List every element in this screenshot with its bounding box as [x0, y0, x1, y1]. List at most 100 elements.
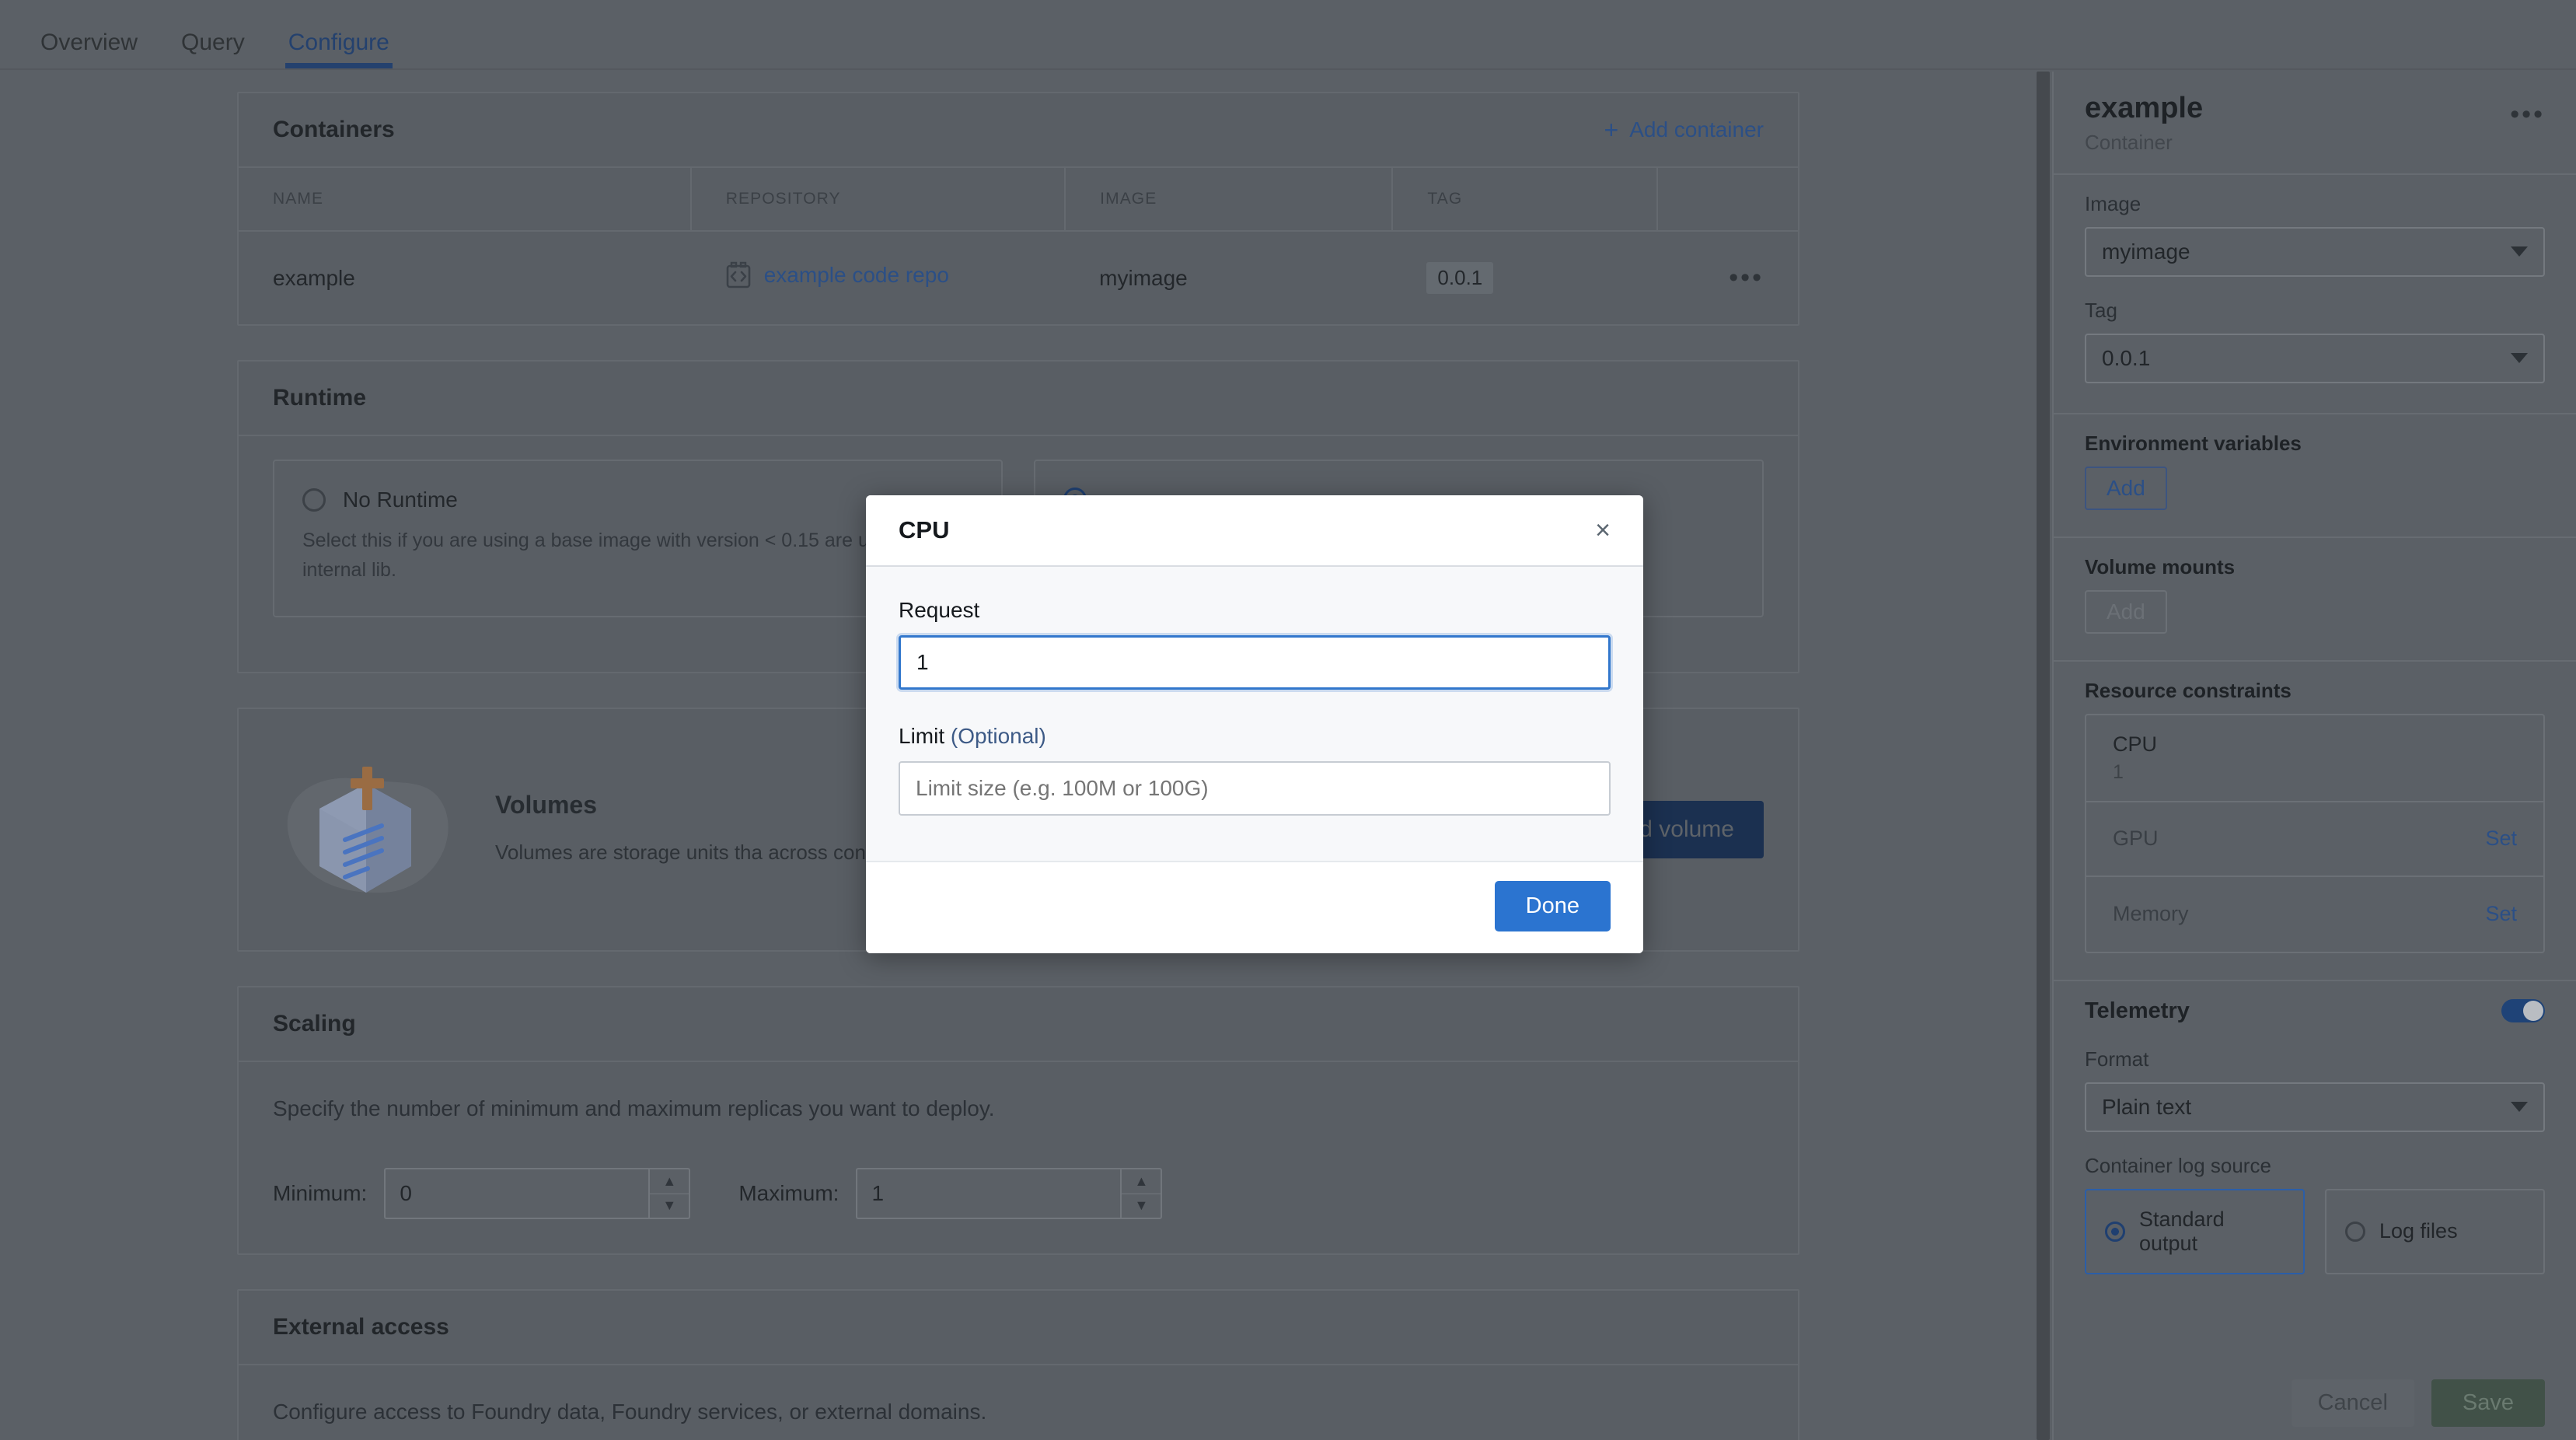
add-volume-mount-button[interactable]: Add — [2085, 589, 2167, 634]
runtime-option-label: No Runtime — [343, 488, 458, 512]
resource-row-memory[interactable]: Memory Set — [2086, 877, 2543, 952]
resource-cpu-name: CPU — [2113, 732, 2158, 756]
modal-header: CPU × — [866, 495, 1643, 567]
minimum-stepper-down-icon[interactable]: ▼ — [650, 1194, 689, 1218]
external-access-title: External access — [273, 1314, 449, 1340]
sidebar-telemetry-section: Telemetry Format Plain text Container lo… — [2054, 981, 2576, 1301]
env-variables-label: Environment variables — [2085, 431, 2302, 455]
col-name: NAME — [239, 168, 692, 232]
radio-icon-standard-output[interactable] — [2105, 1221, 2125, 1242]
col-repository: REPOSITORY — [690, 168, 1066, 232]
containers-table-head: NAME REPOSITORY IMAGE TAG — [239, 168, 1798, 232]
scaling-description: Specify the number of minimum and maximu… — [273, 1096, 995, 1120]
container-log-source-label: Container log source — [2085, 1153, 2271, 1177]
sidebar-image-section: Image myimage Tag 0.0.1 — [2054, 175, 2576, 414]
runtime-header: Runtime — [239, 362, 1798, 436]
maximum-replicas-input[interactable] — [856, 1168, 1121, 1219]
telemetry-title: Telemetry — [2085, 998, 2190, 1023]
main-scrollbar[interactable] — [2034, 72, 2051, 1440]
radio-icon-log-files[interactable] — [2345, 1221, 2365, 1242]
resource-constraints-box: CPU 1 GPU Set Memory Set — [2085, 713, 2545, 953]
row-more-button[interactable]: ••• — [1657, 231, 1798, 324]
resource-cpu-value: 1 — [2113, 760, 2124, 783]
minimum-stepper[interactable]: ▲ ▼ — [648, 1168, 691, 1219]
top-tabbar: Overview Query Configure — [0, 0, 2576, 70]
minimum-replicas-input[interactable] — [384, 1168, 649, 1219]
request-input[interactable] — [899, 635, 1611, 690]
format-select[interactable]: Plain text — [2085, 1082, 2545, 1132]
resource-cpu-text: CPU 1 — [2113, 732, 2157, 784]
external-access-body: Configure access to Foundry data, Foundr… — [239, 1365, 1798, 1440]
limit-label: Limit (Optional) — [899, 724, 1611, 749]
minimum-label: Minimum: — [273, 1181, 368, 1205]
telemetry-toggle[interactable] — [2501, 999, 2545, 1023]
containers-title: Containers — [273, 117, 395, 142]
image-select-value: myimage — [2102, 239, 2190, 264]
container-details-sidebar: example Container ••• Image myimage Tag … — [2052, 72, 2576, 1440]
repo-link[interactable]: example code repo — [725, 261, 949, 289]
tab-overview[interactable]: Overview — [19, 31, 159, 68]
log-source-standard-output-label: Standard output — [2139, 1207, 2225, 1255]
repo-link-label: example code repo — [763, 263, 949, 287]
limit-input[interactable] — [899, 761, 1611, 816]
maximum-stepper-up-icon[interactable]: ▲ — [1122, 1169, 1161, 1194]
tag-select[interactable]: 0.0.1 — [2085, 333, 2545, 383]
tab-query[interactable]: Query — [159, 31, 267, 68]
maximum-stepper[interactable]: ▲ ▼ — [1120, 1168, 1163, 1219]
chevron-down-icon — [2511, 353, 2528, 364]
tag-label: Tag — [2085, 298, 2117, 322]
external-access-description: Configure access to Foundry data, Foundr… — [273, 1400, 987, 1424]
format-label: Format — [2085, 1047, 2149, 1071]
cell-image: myimage — [1099, 265, 1188, 290]
field-spacer — [899, 690, 1611, 724]
limit-optional-text: (Optional) — [944, 724, 1046, 748]
radio-icon-no-runtime[interactable] — [302, 488, 326, 512]
sidebar-title: example — [2085, 92, 2204, 124]
sidebar-env-section: Environment variables Add — [2054, 414, 2576, 538]
col-image: IMAGE — [1065, 168, 1394, 232]
request-label: Request — [899, 598, 980, 622]
image-select[interactable]: myimage — [2085, 226, 2545, 277]
scaling-inputs: Minimum: ▲ ▼ Maximum: ▲ ▼ — [273, 1168, 1764, 1219]
image-label: Image — [2085, 191, 2141, 215]
sidebar-resource-constraints-section: Resource constraints CPU 1 GPU Set Memor… — [2054, 662, 2576, 981]
plus-icon: + — [1604, 116, 1619, 144]
volumes-illustration — [273, 748, 459, 911]
sidebar-volume-mounts-section: Volume mounts Add — [2054, 538, 2576, 662]
tab-configure[interactable]: Configure — [267, 31, 411, 68]
done-button[interactable]: Done — [1494, 881, 1611, 931]
log-source-standard-output[interactable]: Standard output — [2085, 1188, 2305, 1274]
tag-badge: 0.0.1 — [1426, 262, 1494, 294]
cell-name: example — [273, 265, 355, 290]
scrollbar-thumb[interactable] — [2037, 72, 2050, 1440]
save-button[interactable]: Save — [2431, 1379, 2545, 1427]
sidebar-footer: Cancel Save — [2054, 1365, 2576, 1440]
maximum-stepper-down-icon[interactable]: ▼ — [1122, 1194, 1161, 1218]
resource-gpu-set-button[interactable]: Set — [2485, 827, 2517, 851]
containers-table: NAME REPOSITORY IMAGE TAG example exampl… — [239, 168, 1798, 324]
minimum-stepper-up-icon[interactable]: ▲ — [650, 1169, 689, 1194]
cell-repository: example code repo — [691, 231, 1065, 324]
resource-row-gpu[interactable]: GPU Set — [2086, 802, 2543, 877]
cpu-modal: CPU × Request Limit (Optional) Done — [866, 495, 1643, 953]
containers-card: Containers + Add container NAME REPOSITO… — [237, 92, 1799, 326]
limit-label-text: Limit — [899, 724, 945, 748]
modal-body: Request Limit (Optional) — [866, 567, 1643, 861]
tag-select-value: 0.0.1 — [2102, 345, 2151, 370]
resource-gpu-name: GPU — [2113, 827, 2159, 851]
table-header-row: NAME REPOSITORY IMAGE TAG — [239, 168, 1798, 232]
col-actions — [1657, 168, 1798, 232]
add-env-variable-button[interactable]: Add — [2085, 466, 2167, 510]
sidebar-subtitle: Container — [2085, 130, 2173, 154]
resource-constraints-label: Resource constraints — [2085, 678, 2292, 702]
close-icon[interactable]: × — [1595, 517, 1611, 543]
sidebar-header-text: example Container — [2085, 92, 2203, 155]
sidebar-more-button[interactable]: ••• — [2510, 92, 2545, 130]
add-container-button[interactable]: + Add container — [1604, 117, 1764, 142]
table-row[interactable]: example example code repo myimage 0.0.1 … — [239, 231, 1798, 324]
resource-memory-set-button[interactable]: Set — [2485, 902, 2517, 926]
cancel-button[interactable]: Cancel — [2291, 1379, 2414, 1427]
resource-row-cpu[interactable]: CPU 1 — [2086, 715, 2543, 802]
log-source-log-files[interactable]: Log files — [2325, 1188, 2545, 1274]
resource-memory-name: Memory — [2113, 902, 2189, 926]
